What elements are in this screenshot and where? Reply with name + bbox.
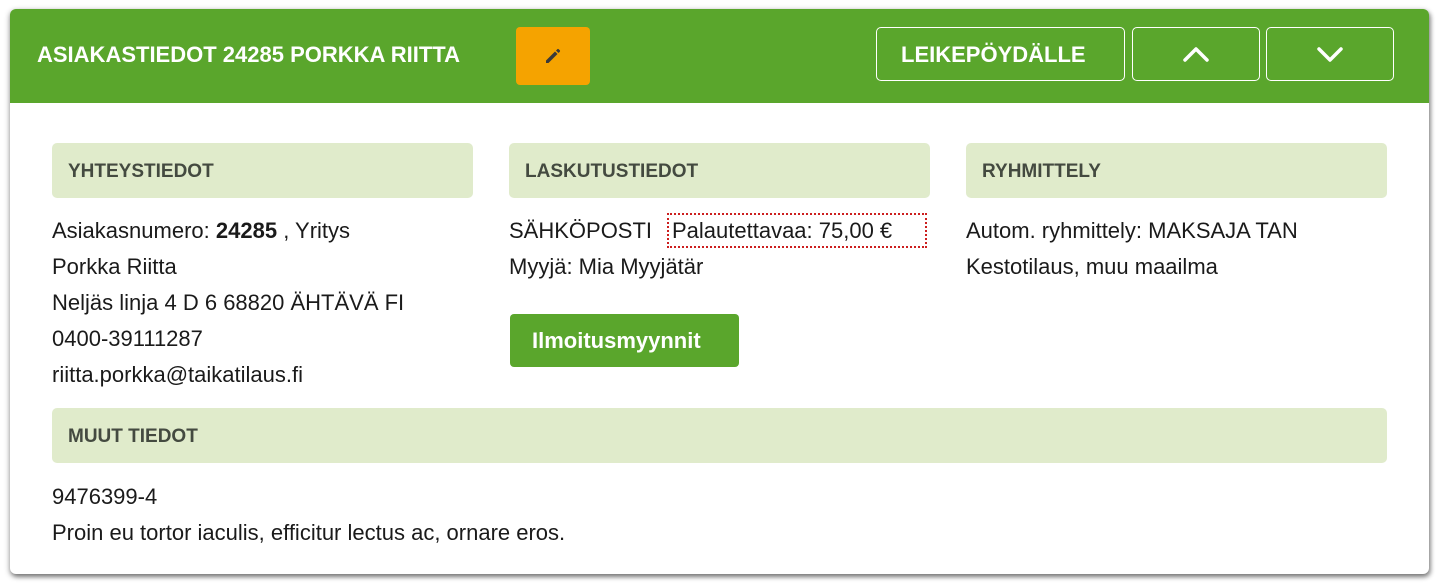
- previous-button[interactable]: [1132, 27, 1260, 81]
- card-header: ASIAKASTIEDOT 24285 PORKKA RIITTA LEIKEP…: [10, 9, 1429, 103]
- contact-section-header: YHTEYSTIEDOT: [52, 143, 473, 198]
- subscription-info: Kestotilaus, muu maailma: [966, 254, 1218, 279]
- customer-phone: 0400-39111287: [52, 326, 203, 351]
- customer-address: Neljäs linja 4 D 6 68820 ÄHTÄVÄ FI: [52, 290, 405, 315]
- customer-name: Porkka Riitta: [52, 254, 177, 279]
- billing-method: SÄHKÖPOSTI: [509, 218, 653, 243]
- other-heading: MUUT TIEDOT: [68, 426, 198, 447]
- seller: Myyjä: Mia Myyjätär: [509, 254, 704, 279]
- customer-type: , Yritys: [283, 218, 351, 243]
- auto-grouping: Autom. ryhmittely: MAKSAJA TAN: [966, 218, 1298, 243]
- copy-to-clipboard-label: LEIKEPÖYDÄLLE: [901, 42, 1086, 67]
- chevron-up-icon: [1183, 47, 1209, 62]
- chevron-down-icon: [1317, 47, 1343, 62]
- customer-number-line: Asiakasnumero: 24285 , Yritys: [52, 213, 350, 249]
- copy-to-clipboard-button[interactable]: LEIKEPÖYDÄLLE: [876, 27, 1125, 81]
- edit-button[interactable]: [516, 27, 590, 85]
- other-note: Proin eu tortor iaculis, efficitur lectu…: [52, 520, 566, 545]
- pencil-icon: [546, 48, 561, 63]
- other-section-header: MUUT TIEDOT: [52, 408, 1387, 463]
- ad-sales-button[interactable]: Ilmoitusmyynnit: [510, 314, 739, 367]
- grouping-heading: RYHMITTELY: [982, 161, 1101, 182]
- ad-sales-label: Ilmoitusmyynnit: [532, 328, 701, 353]
- customer-card: ASIAKASTIEDOT 24285 PORKKA RIITTA LEIKEP…: [10, 9, 1429, 574]
- business-id: 9476399-4: [52, 484, 158, 509]
- page-title: ASIAKASTIEDOT 24285 PORKKA RIITTA: [37, 42, 460, 67]
- next-button[interactable]: [1266, 27, 1394, 81]
- billing-heading: LASKUTUSTIEDOT: [525, 161, 699, 182]
- refund-amount: Palautettavaa: 75,00 €: [672, 218, 893, 243]
- customer-number: 24285: [215, 218, 278, 243]
- contact-heading: YHTEYSTIEDOT: [68, 161, 214, 182]
- customer-email: riitta.porkka@taikatilaus.fi: [52, 362, 303, 387]
- customer-number-label: Asiakasnumero:: [52, 218, 210, 243]
- billing-section-header: LASKUTUSTIEDOT: [509, 143, 930, 198]
- grouping-section-header: RYHMITTELY: [966, 143, 1387, 198]
